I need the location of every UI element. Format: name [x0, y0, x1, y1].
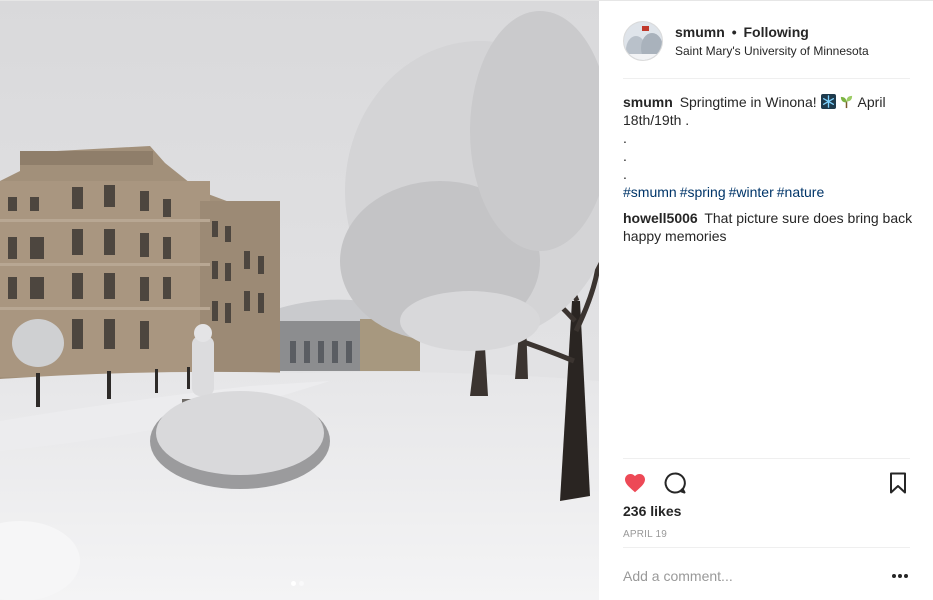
hashtag-link[interactable]: #smumn [623, 184, 677, 200]
snowflake-icon [820, 94, 836, 109]
comment-username[interactable]: howell5006 [623, 210, 698, 226]
follow-status-button[interactable]: Following [743, 24, 808, 40]
carousel-indicator [291, 581, 304, 586]
header-separator: • [731, 24, 737, 40]
comment-input[interactable] [623, 564, 873, 588]
caption-dot: . [623, 148, 627, 164]
post-header: smumn • Following Saint Mary's Universit… [623, 19, 910, 79]
comments-section: smumn Springtime in Winona! April 18th/1… [623, 93, 913, 253]
instagram-post: smumn • Following Saint Mary's Universit… [0, 0, 933, 600]
header-user-line: smumn • Following [675, 24, 809, 40]
add-comment-section [623, 547, 910, 600]
post-details-panel: smumn • Following Saint Mary's Universit… [599, 1, 933, 600]
heart-icon[interactable] [623, 471, 647, 495]
hashtag-link[interactable]: #winter [729, 184, 774, 200]
post-photo[interactable] [0, 1, 599, 600]
snowy-campus-photo [0, 1, 599, 600]
avatar-image [624, 22, 662, 60]
likes-count[interactable]: 236 likes [623, 503, 681, 519]
hashtag-link[interactable]: #nature [777, 184, 824, 200]
carousel-dot[interactable] [299, 581, 304, 586]
hashtags: #smumn #spring #winter #nature [623, 184, 827, 200]
ellipsis-icon[interactable] [890, 566, 910, 586]
caption-dot: . [623, 166, 627, 182]
bookmark-icon[interactable] [886, 471, 910, 495]
hashtag-link[interactable]: #spring [680, 184, 726, 200]
caption-username[interactable]: smumn [623, 94, 673, 110]
seedling-icon [841, 95, 853, 109]
comment-icon[interactable] [663, 471, 687, 495]
comment-item: howell5006 That picture sure does bring … [623, 209, 913, 245]
location-link[interactable]: Saint Mary's University of Minnesota [675, 44, 869, 58]
carousel-dot-active[interactable] [291, 581, 296, 586]
caption: smumn Springtime in Winona! April 18th/1… [623, 93, 913, 201]
header-username[interactable]: smumn [675, 24, 725, 40]
caption-dot: . [623, 130, 627, 146]
caption-text: Springtime in Winona! [679, 94, 817, 110]
avatar[interactable] [623, 21, 663, 61]
post-date[interactable]: APRIL 19 [623, 529, 667, 540]
